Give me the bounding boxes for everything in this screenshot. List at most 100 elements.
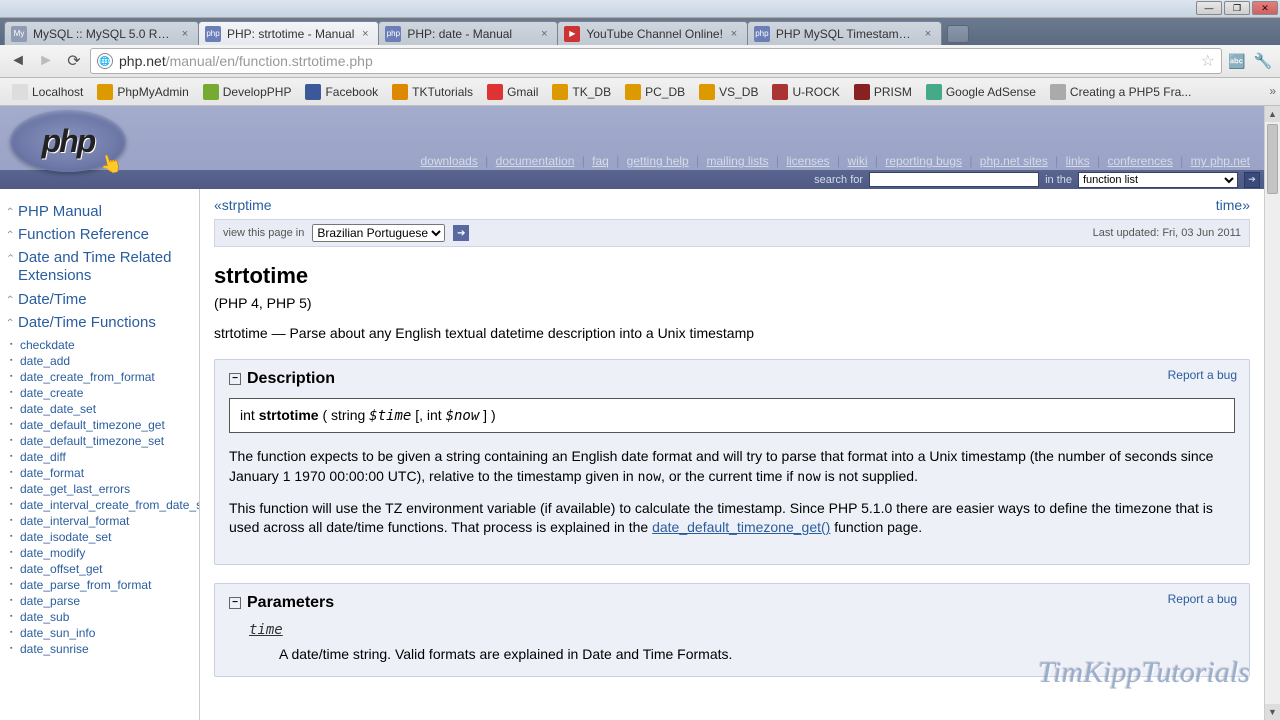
- sidebar-function-item[interactable]: date_get_last_errors: [20, 481, 193, 497]
- search-scope-select[interactable]: function list: [1078, 172, 1238, 188]
- collapse-toggle-icon[interactable]: −: [229, 373, 241, 385]
- sidebar-function-item[interactable]: date_sub: [20, 609, 193, 625]
- browser-tab[interactable]: phpPHP: strtotime - Manual×: [198, 21, 379, 45]
- sidebar-datetime-ext[interactable]: Date and Time Related Extensions: [18, 249, 193, 285]
- tz-link[interactable]: date_default_timezone_get(): [652, 519, 830, 535]
- new-tab-button[interactable]: [947, 25, 969, 43]
- header-nav-link[interactable]: conferences: [1103, 154, 1176, 168]
- sidebar-function-item[interactable]: date_interval_create_from_date_string: [20, 497, 193, 513]
- sidebar-function-reference[interactable]: Function Reference: [18, 226, 193, 243]
- description-para-1: The function expects to be given a strin…: [229, 447, 1235, 487]
- scroll-down-button[interactable]: ▼: [1265, 704, 1280, 720]
- bookmark-item[interactable]: VS_DB: [693, 81, 764, 103]
- sidebar-php-manual[interactable]: PHP Manual: [18, 203, 193, 220]
- sidebar-function-item[interactable]: date_offset_get: [20, 561, 193, 577]
- sidebar: PHP Manual Function Reference Date and T…: [0, 189, 200, 720]
- tab-close-icon[interactable]: ×: [921, 27, 935, 41]
- tab-favicon-icon: My: [11, 26, 27, 42]
- bookmark-item[interactable]: U-ROCK: [766, 81, 845, 103]
- bookmark-item[interactable]: PhpMyAdmin: [91, 81, 194, 103]
- collapse-toggle-icon-2[interactable]: −: [229, 597, 241, 609]
- window-maximize-button[interactable]: ❐: [1224, 1, 1250, 15]
- header-nav-link[interactable]: wiki: [843, 154, 871, 168]
- browser-tab[interactable]: phpPHP MySQL Timestamp ...×: [747, 21, 942, 45]
- sidebar-function-item[interactable]: date_add: [20, 353, 193, 369]
- header-nav-link[interactable]: licenses: [782, 154, 833, 168]
- bookmark-label: TKTutorials: [412, 85, 473, 99]
- sidebar-function-item[interactable]: date_isodate_set: [20, 529, 193, 545]
- sidebar-function-item[interactable]: date_default_timezone_get: [20, 417, 193, 433]
- header-nav-link[interactable]: downloads: [416, 154, 481, 168]
- header-nav-link[interactable]: reporting bugs: [881, 154, 966, 168]
- settings-wrench-icon[interactable]: 🔧: [1252, 50, 1274, 72]
- bookmark-item[interactable]: TKTutorials: [386, 81, 479, 103]
- bookmark-item[interactable]: Creating a PHP5 Fra...: [1044, 81, 1197, 103]
- sidebar-function-item[interactable]: date_interval_format: [20, 513, 193, 529]
- scroll-up-button[interactable]: ▲: [1265, 106, 1280, 122]
- tab-close-icon[interactable]: ×: [358, 27, 372, 41]
- browser-tab[interactable]: ▶YouTube Channel Online!×: [557, 21, 748, 45]
- header-nav-link[interactable]: my php.net: [1187, 154, 1254, 168]
- site-info-icon[interactable]: 🌐: [97, 53, 113, 69]
- date-formats-link[interactable]: Date and Time Formats: [582, 646, 728, 662]
- bookmark-item[interactable]: DevelopPHP: [197, 81, 298, 103]
- method-synopsis: int strtotime ( string $time [, int $now…: [229, 398, 1235, 433]
- sidebar-function-item[interactable]: checkdate: [20, 337, 193, 353]
- sidebar-function-item[interactable]: date_parse: [20, 593, 193, 609]
- search-input[interactable]: [869, 172, 1039, 187]
- report-bug-link[interactable]: Report a bug: [1168, 368, 1237, 382]
- sidebar-datetime[interactable]: Date/Time: [18, 291, 193, 308]
- tab-close-icon[interactable]: ×: [727, 27, 741, 41]
- header-nav-link[interactable]: links: [1062, 154, 1094, 168]
- language-go-button[interactable]: ➔: [453, 225, 469, 241]
- bookmarks-overflow-icon[interactable]: »: [1269, 84, 1276, 98]
- bookmark-star-icon[interactable]: ☆: [1201, 51, 1215, 71]
- sidebar-function-item[interactable]: date_sunrise: [20, 641, 193, 657]
- vertical-scrollbar[interactable]: ▲ ▼: [1264, 106, 1280, 720]
- header-nav-link[interactable]: mailing lists: [703, 154, 773, 168]
- reload-button[interactable]: ⟳: [62, 49, 86, 73]
- translate-icon[interactable]: 🔤: [1226, 50, 1248, 72]
- bookmark-item[interactable]: TK_DB: [546, 81, 617, 103]
- header-nav-link[interactable]: faq: [588, 154, 613, 168]
- window-close-button[interactable]: ✕: [1252, 1, 1278, 15]
- scroll-thumb[interactable]: [1267, 124, 1278, 194]
- bookmark-item[interactable]: Facebook: [299, 81, 384, 103]
- next-link[interactable]: time»: [1216, 197, 1250, 213]
- address-bar[interactable]: 🌐 php.net/manual/en/function.strtotime.p…: [90, 48, 1222, 74]
- sidebar-function-item[interactable]: date_create: [20, 385, 193, 401]
- sidebar-function-item[interactable]: date_format: [20, 465, 193, 481]
- header-nav-link[interactable]: getting help: [623, 154, 693, 168]
- bookmark-item[interactable]: Localhost: [6, 81, 89, 103]
- bookmark-item[interactable]: PRISM: [848, 81, 918, 103]
- window-minimize-button[interactable]: —: [1196, 1, 1222, 15]
- browser-tab[interactable]: phpPHP: date - Manual×: [378, 21, 558, 45]
- tab-close-icon[interactable]: ×: [537, 27, 551, 41]
- sidebar-function-item[interactable]: date_modify: [20, 545, 193, 561]
- search-go-button[interactable]: ➔: [1244, 172, 1260, 188]
- header-nav-link[interactable]: php.net sites: [976, 154, 1052, 168]
- sidebar-function-item[interactable]: date_sun_info: [20, 625, 193, 641]
- bookmark-label: Facebook: [325, 85, 378, 99]
- header-nav-link[interactable]: documentation: [492, 154, 579, 168]
- bookmark-favicon-icon: [926, 84, 942, 100]
- tab-close-icon[interactable]: ×: [178, 27, 192, 41]
- report-bug-link-2[interactable]: Report a bug: [1168, 592, 1237, 606]
- sidebar-function-item[interactable]: date_default_timezone_set: [20, 433, 193, 449]
- forward-button: ►: [34, 49, 58, 73]
- sidebar-function-item[interactable]: date_create_from_format: [20, 369, 193, 385]
- function-title: strtotime: [214, 263, 1250, 289]
- bookmark-item[interactable]: Google AdSense: [920, 81, 1042, 103]
- bookmark-item[interactable]: Gmail: [481, 81, 544, 103]
- browser-tab[interactable]: MyMySQL :: MySQL 5.0 Refe...×: [4, 21, 199, 45]
- sidebar-datetime-functions[interactable]: Date/Time Functions: [18, 314, 193, 331]
- sidebar-function-item[interactable]: date_parse_from_format: [20, 577, 193, 593]
- sidebar-function-item[interactable]: date_diff: [20, 449, 193, 465]
- back-button[interactable]: ◄: [6, 49, 30, 73]
- header-nav: downloads | documentation | faq | gettin…: [416, 154, 1254, 168]
- language-select[interactable]: Brazilian Portuguese: [312, 224, 445, 242]
- prev-link[interactable]: «strptime: [214, 197, 272, 213]
- sidebar-function-item[interactable]: date_date_set: [20, 401, 193, 417]
- browser-tabstrip: MyMySQL :: MySQL 5.0 Refe...×phpPHP: str…: [0, 18, 1280, 45]
- bookmark-item[interactable]: PC_DB: [619, 81, 691, 103]
